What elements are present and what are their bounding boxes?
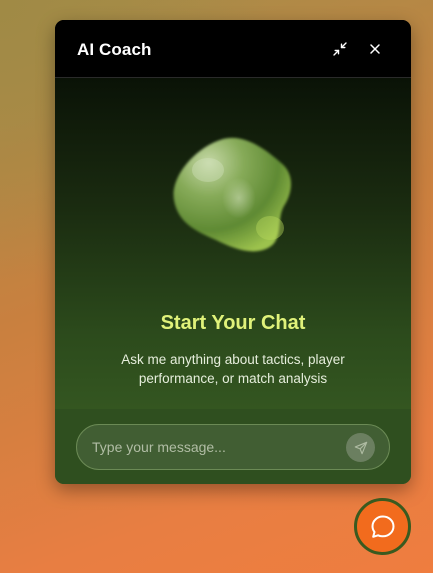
- send-button[interactable]: [346, 433, 375, 462]
- chat-launcher-button[interactable]: [354, 498, 411, 555]
- chat-subtext: Ask me anything about tactics, player pe…: [121, 352, 345, 386]
- chat-panel: AI Coach Start Your Chat Ask me anything…: [55, 20, 411, 484]
- chat-bubble-icon: [371, 515, 394, 538]
- ai-avatar-blob: [168, 132, 298, 257]
- chat-header: AI Coach: [55, 20, 411, 78]
- send-icon: [354, 441, 367, 454]
- message-input-container: [76, 424, 390, 470]
- close-icon: [370, 44, 380, 54]
- chat-title: AI Coach: [77, 40, 152, 59]
- close-button[interactable]: [364, 38, 386, 60]
- minimize-button[interactable]: [329, 38, 351, 60]
- minimize-icon: [333, 42, 347, 56]
- chat-heading: Start Your Chat: [160, 312, 306, 334]
- message-input[interactable]: [92, 425, 342, 469]
- chat-input-area: [55, 409, 411, 484]
